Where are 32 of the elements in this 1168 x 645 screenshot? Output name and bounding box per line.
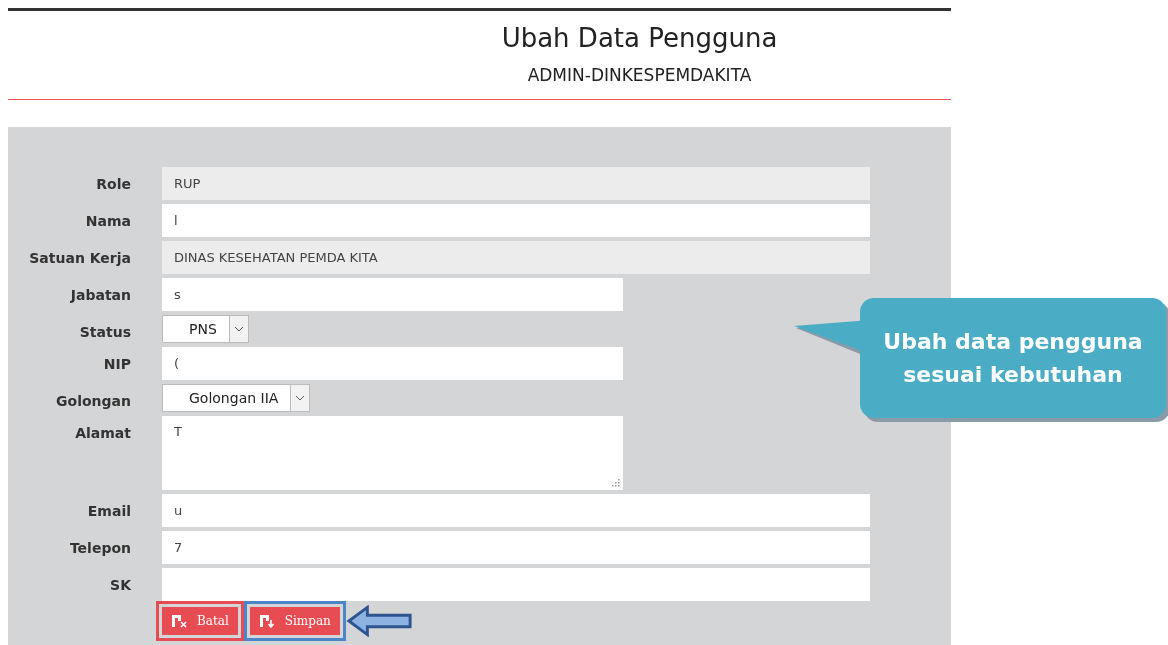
field-label: Alamat: [74, 424, 131, 441]
readonly-field: RUP: [162, 167, 870, 200]
readonly-field: DINAS KESEHATAN PEMDA KITA: [162, 241, 870, 274]
left-arrow-icon: [345, 605, 414, 637]
field-label: Nama: [84, 212, 131, 229]
page-subtitle: ADMIN-DINKESPEMDAKITA: [527, 65, 752, 85]
field-label: Email: [86, 502, 131, 519]
field-label: Golongan: [55, 392, 131, 409]
text-field[interactable]: l: [162, 204, 870, 237]
text-field[interactable]: u: [162, 494, 870, 527]
resize-grip-icon: [612, 479, 620, 487]
cancel-button[interactable]: Batal: [156, 601, 244, 641]
field-label: Telepon: [68, 539, 131, 556]
text-field[interactable]: s: [162, 278, 623, 311]
text-field[interactable]: [162, 568, 870, 601]
select-dropdown[interactable]: Golongan IIA: [162, 384, 311, 412]
text-field[interactable]: (: [162, 347, 623, 380]
field-label: Role: [95, 175, 131, 192]
text-field[interactable]: 7: [162, 531, 870, 564]
save-button[interactable]: Simpan: [243, 601, 346, 641]
field-label: Jabatan: [69, 286, 131, 303]
field-label: NIP: [102, 355, 131, 372]
chevron-down-icon: [228, 316, 248, 342]
field-label: SK: [109, 576, 131, 593]
select-dropdown[interactable]: PNS: [162, 315, 249, 343]
page-title: Ubah Data Pengguna: [501, 23, 778, 53]
textarea-field[interactable]: T: [162, 416, 623, 490]
field-label: Satuan Kerja: [28, 249, 131, 266]
field-label: Status: [78, 323, 131, 340]
floppy-disk-x-icon: [171, 614, 187, 628]
chevron-down-icon: [290, 385, 310, 411]
floppy-disk-download-icon: [258, 614, 275, 628]
